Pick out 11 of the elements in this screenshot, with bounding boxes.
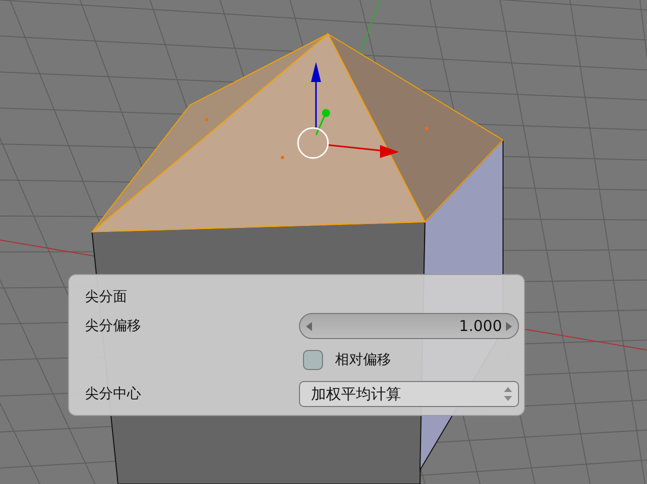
number-field[interactable]: 1.000 xyxy=(299,313,519,339)
panel-title: 尖分面 xyxy=(85,288,128,306)
checkbox[interactable] xyxy=(303,350,323,370)
up-down-arrows-icon xyxy=(504,386,512,402)
left-arrow-icon[interactable] xyxy=(306,322,312,330)
right-arrow-icon[interactable] xyxy=(506,322,512,330)
field-label: 尖分中心 xyxy=(85,385,142,403)
dropdown[interactable]: 加权平均计算 xyxy=(299,381,519,407)
transform-gizmo-icon xyxy=(297,62,399,159)
checkbox-label: 相对偏移 xyxy=(335,351,391,369)
field-label: 尖分偏移 xyxy=(85,317,142,335)
